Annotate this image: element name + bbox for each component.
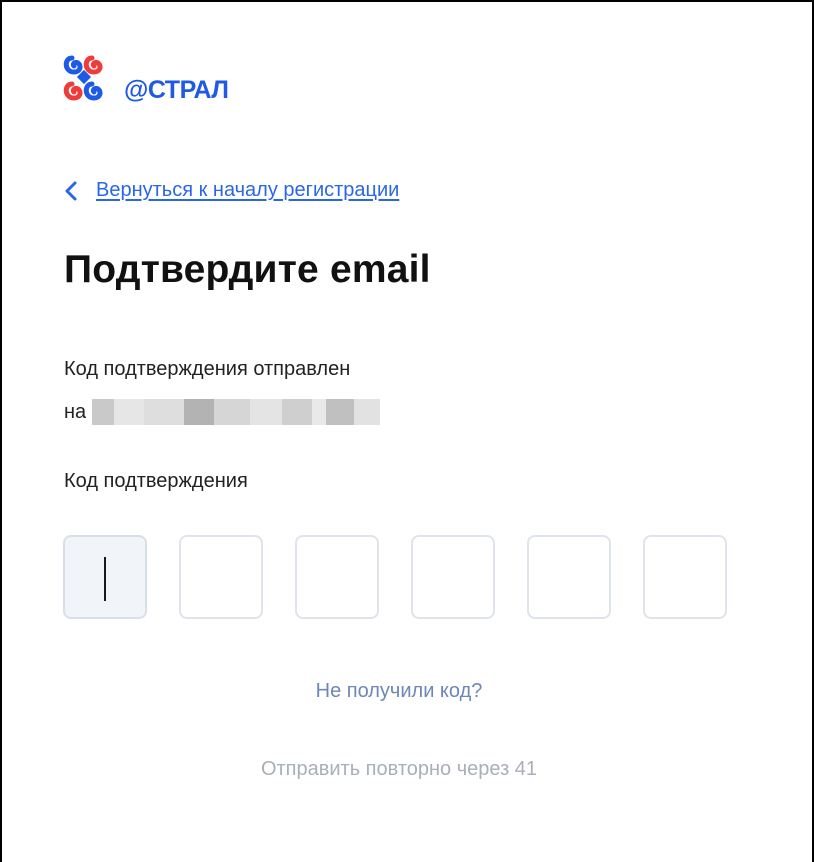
code-digit-input-3[interactable] [295,535,379,619]
code-digit-input-2[interactable] [179,535,263,619]
registration-page: @СТРАЛ Вернуться к началу регистрации По… [0,0,814,862]
page-title: Подтвердите email [64,248,431,291]
back-to-registration-link[interactable]: Вернуться к началу регистрации [64,179,399,202]
code-field-label: Код подтверждения [64,470,248,492]
verification-code-input [63,535,727,619]
code-digit-input-4[interactable] [411,535,495,619]
logo-wordmark: @СТРАЛ [124,75,229,104]
astral-logo-mark-icon [63,55,103,101]
resend-countdown: Отправить повторно через 41 [260,758,538,780]
no-code-received-link[interactable]: Не получили код? [2,680,796,703]
code-sent-message: Код подтверждения отправлен [64,358,351,380]
recipient-prefix: на [64,400,87,423]
back-link-label: Вернуться к началу регистрации [96,179,400,201]
code-digit-input-1[interactable] [63,535,147,619]
text-caret [104,557,106,601]
code-digit-input-5[interactable] [527,535,611,619]
chevron-left-icon [65,181,77,200]
code-digit-input-6[interactable] [643,535,727,619]
code-sent-recipient: на [64,399,381,425]
redacted-email [92,399,381,425]
astral-logo[interactable]: @СТРАЛ [62,52,229,110]
